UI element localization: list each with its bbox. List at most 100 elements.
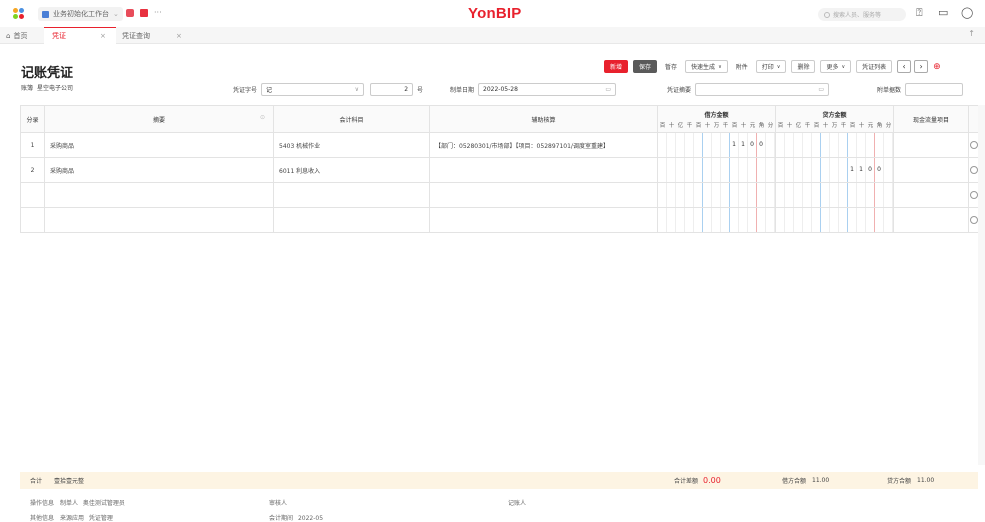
row-insert-icon[interactable]: [970, 216, 978, 224]
debit-digit: [694, 208, 703, 232]
user-icon[interactable]: ◯: [961, 6, 973, 19]
digit-place-label: 百: [695, 122, 702, 129]
row-insert-icon[interactable]: [970, 141, 978, 149]
global-search-input[interactable]: 搜索人员、服务等: [818, 8, 906, 21]
debit-digit: [676, 208, 685, 232]
debit-digit: [721, 208, 730, 232]
print-button[interactable]: 打印 ∨: [755, 60, 787, 73]
app-logo-icon[interactable]: [13, 8, 24, 19]
summary-cell[interactable]: [44, 207, 274, 233]
debit-total-value: 11.00: [812, 477, 830, 484]
more-button[interactable]: 更多 ∨: [820, 60, 852, 73]
close-icon[interactable]: ×: [176, 32, 182, 40]
aux-cell[interactable]: [429, 157, 658, 183]
attachment-button[interactable]: 附件: [732, 60, 751, 73]
date-field: 制单日期 2022-05-28 ▭: [450, 83, 617, 96]
voucher-number-unit: 号: [417, 87, 424, 94]
credit-amount-cell[interactable]: [775, 132, 894, 158]
debit-digit: [766, 183, 775, 207]
settings-icon[interactable]: ⊕: [933, 62, 941, 72]
summary-cell[interactable]: [44, 182, 274, 208]
cashflow-cell[interactable]: [893, 157, 969, 183]
cashflow-cell[interactable]: [893, 132, 969, 158]
aux-cell[interactable]: [429, 182, 658, 208]
app-shortcut-icon[interactable]: [126, 9, 134, 17]
aux-cell[interactable]: 【部门：05280301/市场部】【项目：052897101/调度室重建】: [429, 132, 658, 158]
entry-number-cell[interactable]: 2: [20, 157, 45, 183]
voucher-type-select[interactable]: 记 ∨: [261, 83, 365, 96]
cashflow-cell[interactable]: [893, 207, 969, 233]
workspace-switcher[interactable]: 业务初始化工作台 ⌄: [38, 7, 123, 21]
row-insert-icon[interactable]: [970, 191, 978, 199]
summary-cell[interactable]: 采购商品: [44, 157, 274, 183]
aux-cell[interactable]: [429, 207, 658, 233]
digit-place-label: 亿: [677, 122, 684, 129]
date-input[interactable]: 2022-05-28 ▭: [478, 83, 617, 96]
table-row[interactable]: 1 采购商品 5403 机械作业 【部门：05280301/市场部】【项目：05289…: [20, 132, 980, 158]
table-row[interactable]: 2 采购商品 6011 利息收入 1 1 0 0: [20, 157, 980, 183]
help-icon[interactable]: ⍰: [916, 6, 923, 20]
grid-app-icon[interactable]: [140, 9, 148, 17]
digit-place-label: 百: [659, 122, 666, 129]
credit-digit: [884, 183, 893, 207]
credit-digit: [812, 158, 821, 182]
account-book-value[interactable]: 星空电子公司: [37, 83, 73, 92]
delete-button[interactable]: 删除: [791, 60, 816, 73]
debit-digit: [694, 133, 703, 157]
debit-digit: [730, 158, 739, 182]
more-apps-button[interactable]: ···: [154, 9, 162, 17]
draft-button[interactable]: 暂存: [662, 60, 681, 73]
debit-amount-cell[interactable]: [657, 157, 776, 183]
next-voucher-button[interactable]: ›: [914, 60, 929, 73]
entry-number-cell[interactable]: [20, 182, 45, 208]
tab-voucher-query[interactable]: 凭证查询 ×: [116, 27, 196, 44]
credit-amount-cell[interactable]: 1100: [775, 157, 894, 183]
debit-digit: [676, 133, 685, 157]
tab-home[interactable]: ⌂ 首页: [6, 27, 44, 44]
collapse-up-icon[interactable]: ↑: [968, 29, 975, 38]
row-insert-icon[interactable]: [970, 166, 978, 174]
vertical-scrollbar[interactable]: [978, 105, 985, 465]
debit-amount-cell[interactable]: 1100: [657, 132, 776, 158]
digit-place-label: 千: [840, 122, 847, 129]
voucher-summary-input[interactable]: ▭: [695, 83, 830, 96]
voucher-number-input[interactable]: 2: [370, 83, 414, 96]
account-cell[interactable]: 5403 机械作业: [273, 132, 430, 158]
credit-digit: [785, 133, 794, 157]
close-icon[interactable]: ×: [100, 32, 106, 40]
tab-voucher[interactable]: 凭证 ×: [44, 27, 116, 44]
entry-number-cell[interactable]: 1: [20, 132, 45, 158]
account-cell[interactable]: 6011 利息收入: [273, 157, 430, 183]
chevron-down-icon: ∨: [718, 63, 722, 70]
top-bar: 业务初始化工作台 ⌄ ··· YonBIP 搜索人员、服务等 ⍰ ▭ ◯: [0, 0, 985, 27]
digit-place-label: 百: [813, 122, 820, 129]
account-cell[interactable]: [273, 207, 430, 233]
attachment-count-input[interactable]: [905, 83, 964, 96]
cashflow-cell[interactable]: [893, 182, 969, 208]
summary-cell[interactable]: 采购商品: [44, 132, 274, 158]
debit-amount-cell[interactable]: [657, 182, 776, 208]
tab-bar: ⌂ 首页 凭证 × 凭证查询 × ↑: [0, 27, 985, 44]
col-summary-label: 摘要: [152, 116, 165, 124]
table-row[interactable]: [20, 207, 980, 233]
message-icon[interactable]: ▭: [938, 6, 948, 19]
digit-place-label: 十: [822, 122, 829, 129]
entry-number-cell[interactable]: [20, 207, 45, 233]
new-button[interactable]: 新增: [604, 60, 629, 73]
summary-settings-icon[interactable]: ⊙: [260, 114, 265, 121]
voucher-list-button[interactable]: 凭证列表: [856, 60, 893, 73]
debit-digit: [712, 183, 721, 207]
credit-digit: [884, 133, 893, 157]
account-cell[interactable]: [273, 182, 430, 208]
debit-digit: [685, 133, 694, 157]
debit-digit: [694, 158, 703, 182]
table-row[interactable]: [20, 182, 980, 208]
debit-digit: [659, 183, 667, 207]
credit-amount-cell[interactable]: [775, 182, 894, 208]
debit-amount-cell[interactable]: [657, 207, 776, 233]
credit-amount-cell[interactable]: [775, 207, 894, 233]
prev-voucher-button[interactable]: ‹: [897, 60, 912, 73]
quick-generate-button[interactable]: 快速生成 ∨: [685, 60, 728, 73]
save-button[interactable]: 保存: [633, 60, 658, 73]
debit-digit: [757, 208, 766, 232]
